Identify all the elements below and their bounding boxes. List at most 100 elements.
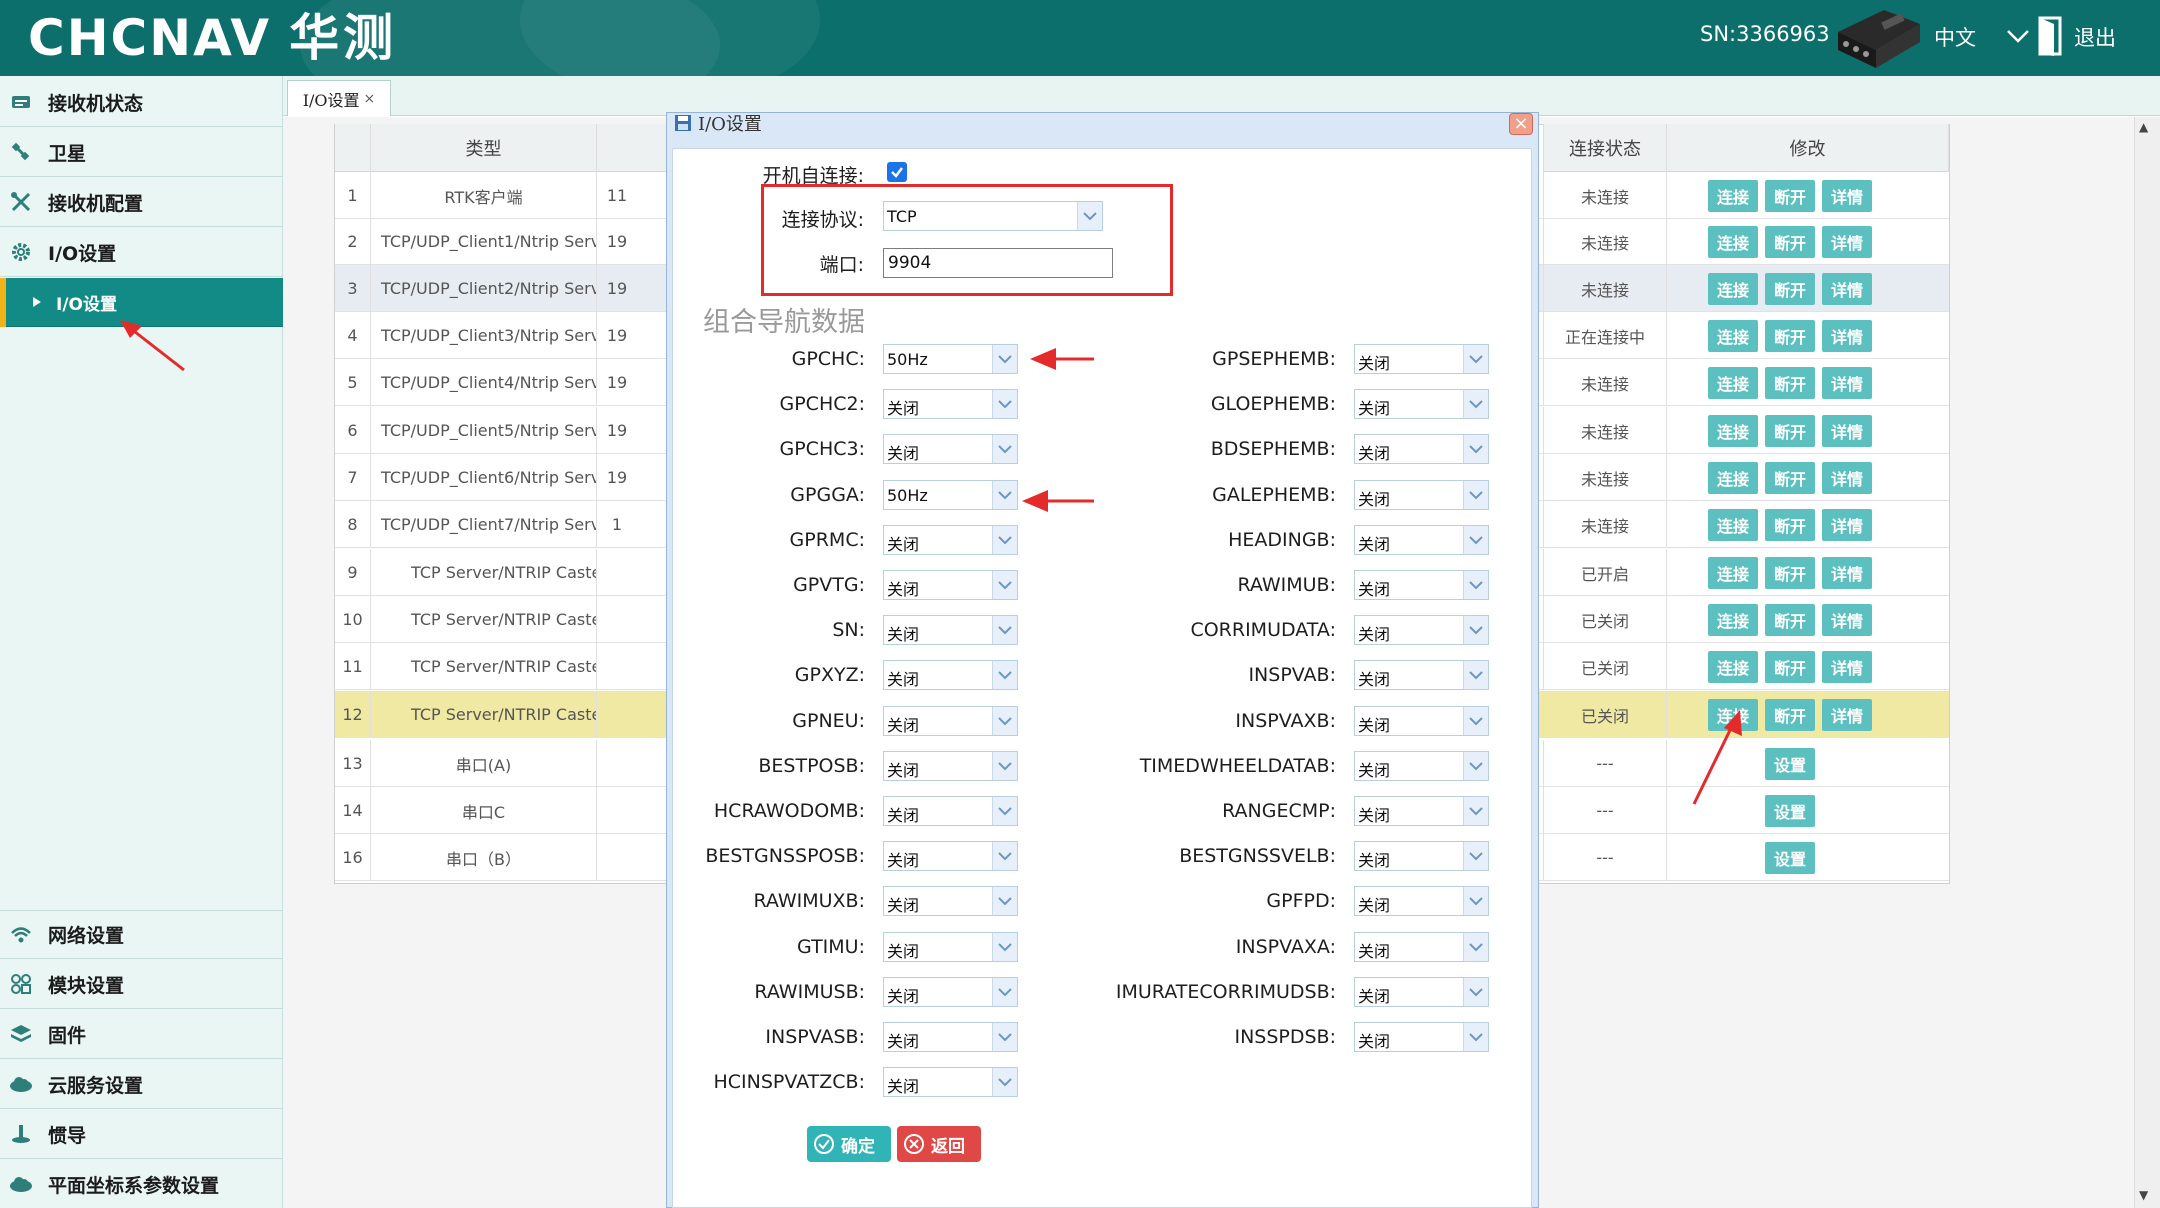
frequency-select[interactable]: 关闭 [1354, 570, 1489, 600]
disconnect-button[interactable]: 断开 [1764, 698, 1815, 731]
details-button[interactable]: 详情 [1822, 366, 1873, 399]
details-button[interactable]: 详情 [1822, 461, 1873, 494]
chevron-down-icon[interactable] [992, 345, 1017, 373]
frequency-select[interactable]: 关闭 [883, 615, 1018, 645]
sidebar-item-cloud-service[interactable]: 云服务设置 [0, 1060, 283, 1109]
frequency-select[interactable]: 关闭 [883, 932, 1018, 962]
disconnect-button[interactable]: 断开 [1764, 650, 1815, 683]
frequency-select[interactable]: 关闭 [883, 570, 1018, 600]
frequency-select[interactable]: 关闭 [1354, 660, 1489, 690]
settings-button[interactable]: 设置 [1764, 794, 1815, 827]
chevron-down-icon[interactable] [1463, 752, 1488, 780]
frequency-select[interactable]: 关闭 [1354, 886, 1489, 916]
frequency-select[interactable]: 关闭 [1354, 751, 1489, 781]
connect-button[interactable]: 连接 [1707, 556, 1758, 589]
frequency-select[interactable]: 关闭 [1354, 615, 1489, 645]
logout-button[interactable]: 退出 [2074, 22, 2116, 52]
chevron-down-icon[interactable] [992, 526, 1017, 554]
details-button[interactable]: 详情 [1822, 556, 1873, 589]
language-selector[interactable]: 中文 [1934, 22, 1976, 52]
chevron-down-icon[interactable] [992, 1023, 1017, 1051]
frequency-select[interactable]: 关闭 [1354, 525, 1489, 555]
connect-button[interactable]: 连接 [1707, 319, 1758, 352]
chevron-down-icon[interactable] [1463, 797, 1488, 825]
chevron-down-icon[interactable] [1463, 571, 1488, 599]
chevron-down-icon[interactable] [992, 390, 1017, 418]
connect-button[interactable]: 连接 [1707, 414, 1758, 447]
sidebar-item-receiver-config[interactable]: 接收机配置 [0, 178, 283, 227]
chevron-down-icon[interactable] [992, 571, 1017, 599]
details-button[interactable]: 详情 [1822, 179, 1873, 212]
scrollbar[interactable] [2134, 117, 2160, 1208]
chevron-down-icon[interactable] [1463, 1023, 1488, 1051]
frequency-select[interactable]: 关闭 [883, 1022, 1018, 1052]
sidebar-item-module-settings[interactable]: 模块设置 [0, 960, 283, 1009]
chevron-down-icon[interactable] [1463, 390, 1488, 418]
connect-button[interactable]: 连接 [1707, 225, 1758, 258]
back-button[interactable]: 返回 [897, 1126, 981, 1162]
chevron-down-icon[interactable] [992, 887, 1017, 915]
frequency-select[interactable]: 50Hz [883, 344, 1018, 374]
connect-button[interactable]: 连接 [1707, 461, 1758, 494]
chevron-down-icon[interactable] [1463, 707, 1488, 735]
sidebar-item-network-settings[interactable]: 网络设置 [0, 910, 283, 959]
scroll-up-icon[interactable]: ▲ [2139, 120, 2148, 134]
disconnect-button[interactable]: 断开 [1764, 414, 1815, 447]
disconnect-button[interactable]: 断开 [1764, 272, 1815, 305]
confirm-button[interactable]: 确定 [807, 1126, 891, 1162]
chevron-down-icon[interactable] [992, 933, 1017, 961]
disconnect-button[interactable]: 断开 [1764, 179, 1815, 212]
disconnect-button[interactable]: 断开 [1764, 461, 1815, 494]
frequency-select[interactable]: 关闭 [883, 434, 1018, 464]
chevron-down-icon[interactable] [1463, 887, 1488, 915]
sidebar-item-satellite[interactable]: 卫星 [0, 128, 283, 177]
details-button[interactable]: 详情 [1822, 414, 1873, 447]
connect-button[interactable]: 连接 [1707, 650, 1758, 683]
details-button[interactable]: 详情 [1822, 319, 1873, 352]
frequency-select[interactable]: 关闭 [883, 389, 1018, 419]
frequency-select[interactable]: 关闭 [1354, 796, 1489, 826]
chevron-down-icon[interactable] [992, 481, 1017, 509]
details-button[interactable]: 详情 [1822, 508, 1873, 541]
chevron-down-icon[interactable] [1463, 842, 1488, 870]
scroll-down-icon[interactable]: ▼ [2139, 1188, 2148, 1202]
chevron-down-icon[interactable] [992, 752, 1017, 780]
tab-io-settings[interactable]: I/O设置 × [287, 80, 391, 116]
frequency-select[interactable]: 关闭 [883, 796, 1018, 826]
details-button[interactable]: 详情 [1822, 650, 1873, 683]
chevron-down-icon[interactable] [992, 707, 1017, 735]
frequency-select[interactable]: 关闭 [1354, 706, 1489, 736]
frequency-select[interactable]: 关闭 [1354, 1022, 1489, 1052]
frequency-select[interactable]: 关闭 [1354, 841, 1489, 871]
chevron-down-icon[interactable] [992, 797, 1017, 825]
chevron-down-icon[interactable] [1463, 661, 1488, 689]
frequency-select[interactable]: 关闭 [883, 751, 1018, 781]
chevron-down-icon[interactable] [992, 842, 1017, 870]
chevron-down-icon[interactable] [992, 435, 1017, 463]
chevron-down-icon[interactable] [1463, 616, 1488, 644]
disconnect-button[interactable]: 断开 [1764, 603, 1815, 636]
chevron-down-icon[interactable] [1463, 978, 1488, 1006]
frequency-select[interactable]: 关闭 [1354, 932, 1489, 962]
settings-button[interactable]: 设置 [1764, 841, 1815, 874]
details-button[interactable]: 详情 [1822, 603, 1873, 636]
connect-button[interactable]: 连接 [1707, 508, 1758, 541]
chevron-down-icon[interactable] [1463, 481, 1488, 509]
exit-icon[interactable] [2036, 16, 2070, 56]
sidebar-item-receiver-status[interactable]: 接收机状态 [0, 78, 283, 127]
chevron-down-icon[interactable] [1463, 435, 1488, 463]
frequency-select[interactable]: 关闭 [883, 977, 1018, 1007]
sidebar-item-io-settings[interactable]: I/O设置 [0, 228, 283, 277]
close-icon[interactable]: × [1509, 113, 1533, 135]
frequency-select[interactable]: 关闭 [1354, 389, 1489, 419]
details-button[interactable]: 详情 [1822, 698, 1873, 731]
frequency-select[interactable]: 关闭 [1354, 480, 1489, 510]
details-button[interactable]: 详情 [1822, 272, 1873, 305]
settings-button[interactable]: 设置 [1764, 747, 1815, 780]
chevron-down-icon[interactable] [1463, 345, 1488, 373]
frequency-select[interactable]: 关闭 [883, 525, 1018, 555]
sidebar-item-ins[interactable]: 惯导 [0, 1110, 283, 1159]
disconnect-button[interactable]: 断开 [1764, 508, 1815, 541]
frequency-select[interactable]: 关闭 [883, 706, 1018, 736]
frequency-select[interactable]: 关闭 [1354, 434, 1489, 464]
